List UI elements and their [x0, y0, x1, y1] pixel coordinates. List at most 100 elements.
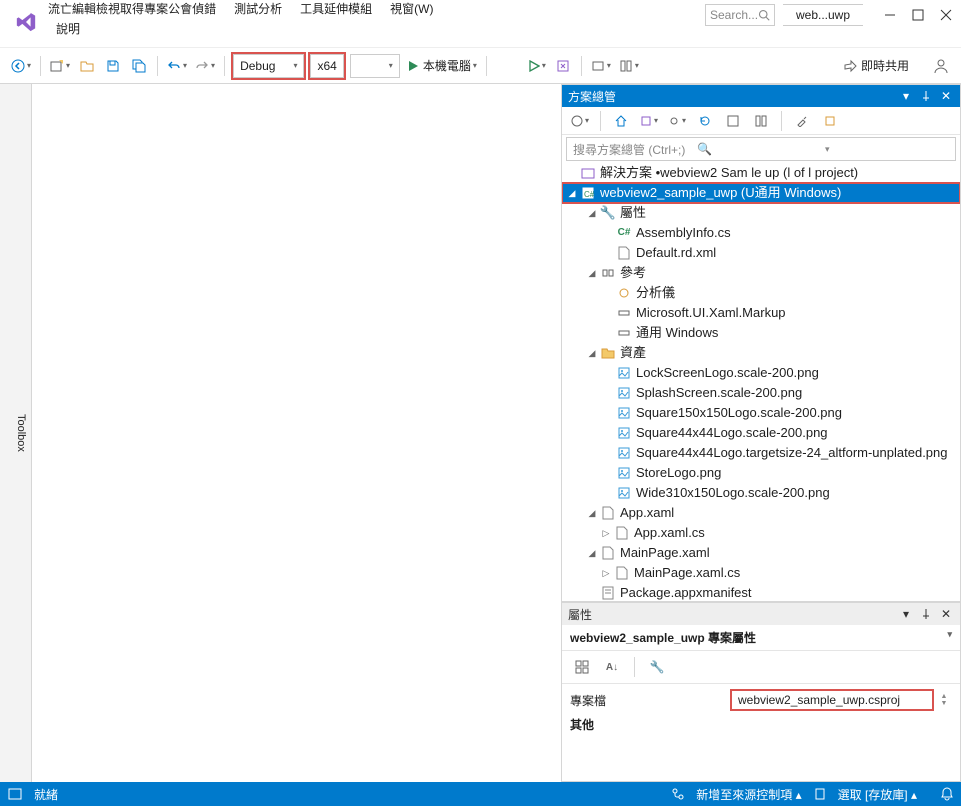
tree-properties[interactable]: ◢🔧屬性: [562, 203, 960, 223]
tree-msxaml[interactable]: Microsoft.UI.Xaml.Markup: [562, 303, 960, 323]
svg-text:C#: C#: [584, 190, 595, 199]
platform-extra-combo[interactable]: ▾: [350, 54, 400, 78]
se-close-icon[interactable]: ✕: [938, 88, 954, 104]
tree-assets[interactable]: ◢資產: [562, 343, 960, 363]
tree-references[interactable]: ◢參考: [562, 263, 960, 283]
se-collapse-button[interactable]: [721, 109, 745, 133]
props-pin-icon[interactable]: [918, 606, 934, 622]
solution-explorer-panel: 方案總管 ▾ ✕ ▾ ▾ ▾ 搜尋方案總管 (Ctrl+;) 🔍: [561, 84, 961, 602]
status-add-src[interactable]: 新增至來源控制項 ▴: [696, 786, 801, 803]
se-preview-button[interactable]: [818, 109, 842, 133]
analyzers-icon: [616, 285, 632, 301]
se-pin-icon[interactable]: [918, 88, 934, 104]
tree-assemblyinfo[interactable]: C#AssemblyInfo.cs: [562, 223, 960, 243]
menu-help[interactable]: 說明: [48, 17, 88, 40]
menu-get[interactable]: 取得: [120, 0, 144, 17]
props-title: 屬性: [568, 606, 894, 623]
props-close-icon[interactable]: ✕: [938, 606, 954, 622]
props-value-projfile: webview2_sample_uwp.csproj: [730, 689, 934, 711]
tree-mainpagecs[interactable]: ▷MainPage.xaml.cs: [562, 563, 960, 583]
se-properties-button[interactable]: [790, 109, 814, 133]
se-home-drop[interactable]: ▾: [568, 109, 592, 133]
folder-icon: [600, 345, 616, 361]
tool-a-button[interactable]: [551, 54, 575, 78]
new-item-button[interactable]: ▾: [47, 54, 73, 78]
se-view-button[interactable]: ▾: [637, 109, 661, 133]
props-wrench-button[interactable]: 🔧: [645, 655, 669, 679]
save-button[interactable]: [101, 54, 125, 78]
menu-file[interactable]: 流亡: [48, 0, 72, 17]
se-tree[interactable]: 解決方案 •webview2 Sam le up (l of l project…: [562, 163, 960, 601]
menu-test[interactable]: 測試: [234, 0, 258, 17]
props-dropdown-icon[interactable]: ▾: [898, 606, 914, 622]
se-home-button[interactable]: [609, 109, 633, 133]
tree-asset-item[interactable]: Square150x150Logo.scale-200.png: [562, 403, 960, 423]
props-value-stepper[interactable]: ▲▼: [936, 693, 952, 707]
minimize-button[interactable]: [883, 8, 897, 22]
wrench-icon: 🔧: [600, 205, 616, 221]
tree-assetomin473 007g[interactable]: Square44x44Logo.scale-200.png: [562, 423, 960, 443]
maximize-button[interactable]: [911, 8, 925, 22]
status-src-icon[interactable]: [672, 788, 684, 800]
open-button[interactable]: [75, 54, 99, 78]
tool-c-button[interactable]: ▾: [616, 54, 642, 78]
toolbox-tab[interactable]: Toolbox: [0, 84, 32, 782]
menu-window[interactable]: 視窗(W): [390, 0, 433, 17]
solution-icon: [580, 165, 596, 181]
redo-button[interactable]: ▾: [192, 54, 218, 78]
manifest-icon: [600, 585, 616, 601]
se-dropdown-icon[interactable]: ▾: [898, 88, 914, 104]
tree-mainpage[interactable]: ◢MainPage.xaml: [562, 543, 960, 563]
props-alpha-button[interactable]: A↓: [600, 655, 624, 679]
save-all-button[interactable]: [127, 54, 151, 78]
close-button[interactable]: [939, 8, 953, 22]
tree-project[interactable]: ◢C#webview2_sample_uwp (U通用 Windows): [562, 183, 960, 203]
search-icon: [758, 9, 770, 21]
se-refresh-button[interactable]: [693, 109, 717, 133]
se-showall-button[interactable]: [749, 109, 773, 133]
menu-tools[interactable]: 工具: [300, 0, 324, 17]
tool-b-button[interactable]: ▾: [588, 54, 614, 78]
window-tab[interactable]: web...uwp: [783, 4, 863, 26]
nav-back-button[interactable]: ▾: [8, 54, 34, 78]
props-categorized-button[interactable]: [570, 655, 594, 679]
start-without-debug-button[interactable]: ▾: [525, 54, 549, 78]
status-repo-icon[interactable]: [814, 788, 826, 800]
status-select-repo[interactable]: 選取 [存放庫] ▴: [838, 786, 917, 803]
tree-asset-item[interactable]: Wide310x150Logo.scale-200.png: [562, 483, 960, 503]
props-row-projfile[interactable]: 專案檔 webview2_sample_uwp.csproj ▲▼: [570, 688, 952, 712]
undo-button[interactable]: ▾: [164, 54, 190, 78]
se-sync-button[interactable]: ▾: [665, 109, 689, 133]
tree-appxaml[interactable]: ◢App.xaml: [562, 503, 960, 523]
config-combo[interactable]: Debug▾: [233, 54, 304, 78]
menu-extensions[interactable]: 延伸模組: [324, 0, 372, 17]
tree-asset-item[interactable]: StoreLogo.png: [562, 463, 960, 483]
reference-icon: [616, 305, 632, 321]
props-subtitle: webview2_sample_uwp 專案屬性: [570, 631, 756, 645]
menu-project[interactable]: 專案: [144, 0, 168, 17]
tree-analyzers[interactable]: 分析儀: [562, 283, 960, 303]
live-share-button[interactable]: 即時共用: [843, 57, 909, 74]
menu-debug[interactable]: 偵錯: [192, 0, 216, 17]
tree-appxmanifest[interactable]: Package.appxmanifest: [562, 583, 960, 601]
tree-defaultrd[interactable]: Default.rd.xml: [562, 243, 960, 263]
props-label-other: 其他: [570, 716, 730, 733]
menu-guild[interactable]: 公會: [168, 0, 192, 17]
menu-analyze[interactable]: 分析: [258, 0, 282, 17]
menu-view[interactable]: 檢視: [96, 0, 120, 17]
search-input[interactable]: Search...: [705, 4, 775, 26]
platform-combo[interactable]: x64: [310, 54, 343, 78]
tree-asset-item[interactable]: SplashScreen.scale-200.png: [562, 383, 960, 403]
tree-asset-item[interactable]: Square44x44Logo.targetsize-24_altform-un…: [562, 443, 960, 463]
start-button[interactable]: 本機電腦 ▾: [404, 54, 480, 78]
status-output-icon[interactable]: [8, 788, 22, 800]
menu-edit[interactable]: 編輯: [72, 0, 96, 17]
tree-asset-item[interactable]: LockScreenLogo.scale-200.png: [562, 363, 960, 383]
tree-solution[interactable]: 解決方案 •webview2 Sam le up (l of l project…: [562, 163, 960, 183]
tree-uwindows[interactable]: 通用 Windows: [562, 323, 960, 343]
account-button[interactable]: [929, 54, 953, 78]
se-search-input[interactable]: 搜尋方案總管 (Ctrl+;) 🔍 ▾: [566, 137, 956, 161]
reference-icon: [616, 325, 632, 341]
status-bell-icon[interactable]: [941, 787, 953, 801]
tree-appxamlcs[interactable]: ▷App.xaml.cs: [562, 523, 960, 543]
